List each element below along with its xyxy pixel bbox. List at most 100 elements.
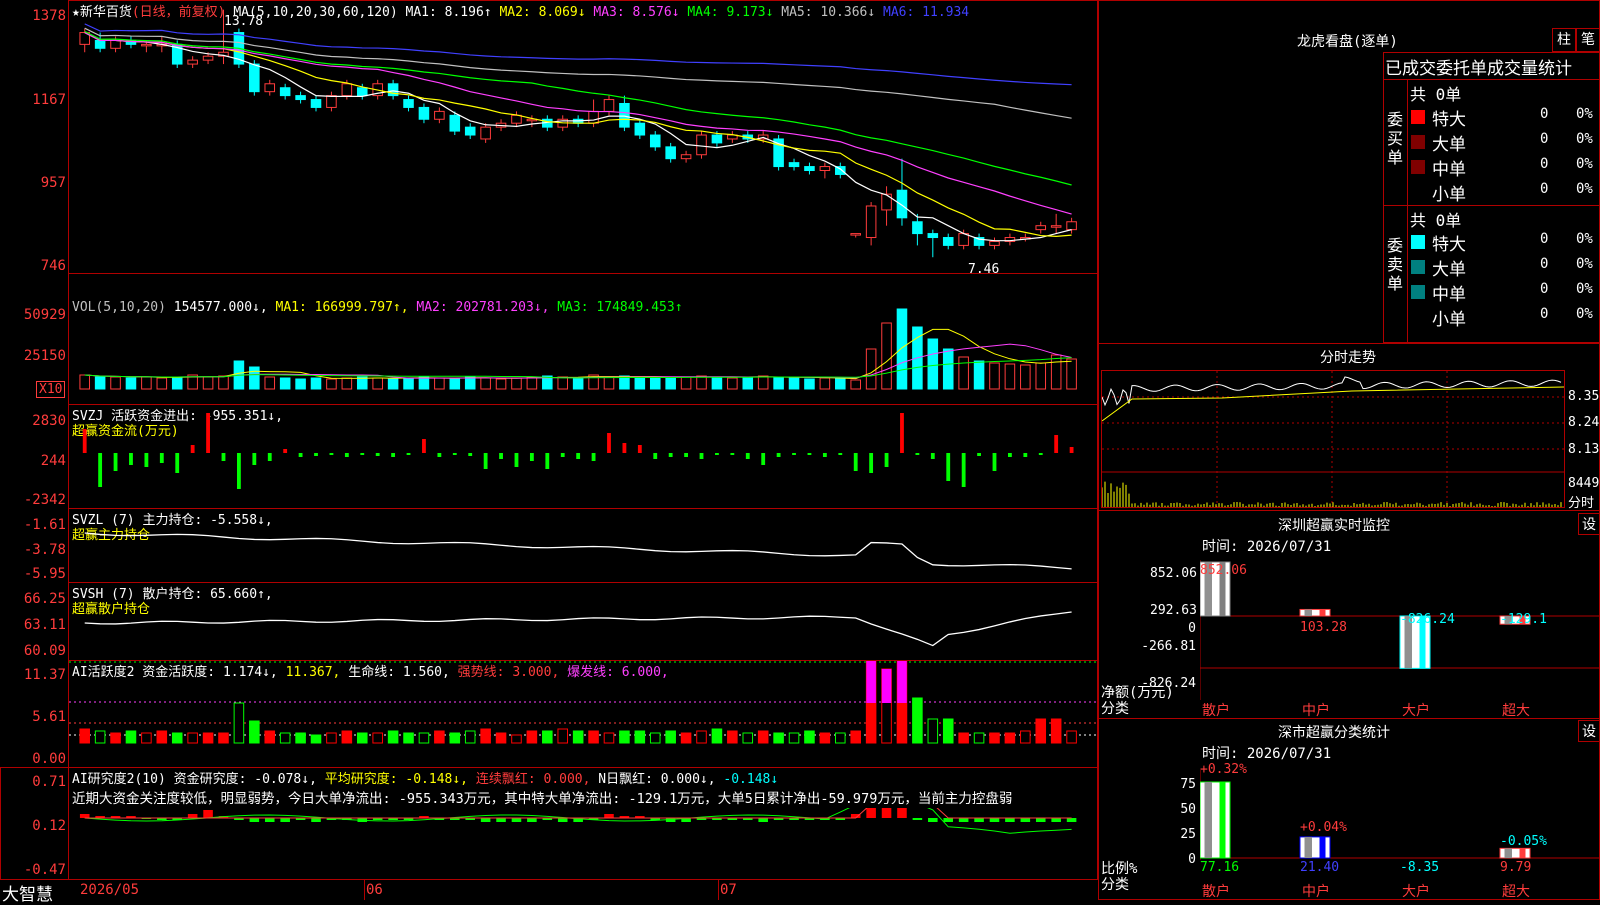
svzj-bar xyxy=(561,453,565,457)
high-mark: 13.78 xyxy=(224,14,263,29)
ma-line-2 xyxy=(85,33,1072,237)
svzj-ytick: 244 xyxy=(2,453,66,469)
volume-bar xyxy=(435,378,445,389)
ai2-bar xyxy=(280,818,290,822)
ai2-red: 连续飘红: 0.000, xyxy=(476,772,591,787)
ai2-avg: 平均研究度: -0.148↓, xyxy=(325,772,468,787)
volume-bar xyxy=(789,378,799,389)
ai1-bar xyxy=(357,733,367,743)
vol-ma-line-1 xyxy=(85,329,1072,378)
class-bar-shade xyxy=(1505,848,1513,858)
class-ytick: 25 xyxy=(1150,827,1196,842)
class-category: 散户 xyxy=(1202,881,1230,901)
ai1-bar xyxy=(836,733,846,743)
ai1-bar xyxy=(496,733,506,743)
volume-bar xyxy=(697,376,707,389)
buy-row-pct: 0% xyxy=(1576,131,1593,147)
monitor-settings-button[interactable]: 设 xyxy=(1578,513,1600,535)
monitor-ytick: 852.06 xyxy=(1150,566,1196,581)
class-divider xyxy=(1098,718,1600,719)
sell-swatch-0 xyxy=(1411,235,1425,249)
tick-view-button[interactable]: 笔 xyxy=(1576,28,1600,52)
svsh-line xyxy=(85,612,1072,646)
svzj-bar xyxy=(175,453,179,473)
ai2-chart[interactable] xyxy=(69,808,1097,880)
volume-bar xyxy=(1005,364,1015,389)
buy-row-count: 0 xyxy=(1540,156,1548,172)
candlestick-chart[interactable] xyxy=(69,1,1097,273)
svzl-ytick: -3.78 xyxy=(2,542,66,558)
ai2-bar xyxy=(897,808,907,818)
volume-bar xyxy=(897,309,907,389)
intraday-chart[interactable] xyxy=(1102,371,1564,507)
svzj-bar xyxy=(838,453,842,455)
buy-row-label: 小单 xyxy=(1432,180,1466,205)
ai1-ytick: 11.37 xyxy=(2,667,66,683)
sell-swatch-1 xyxy=(1411,260,1425,274)
class-bar-shade xyxy=(1205,782,1213,858)
monitor-category: 大户 xyxy=(1402,700,1430,720)
monitor-bar-chart[interactable] xyxy=(1200,560,1600,700)
ai1-bar xyxy=(543,731,553,743)
buy-row-count: 0 xyxy=(1540,131,1548,147)
candle-body xyxy=(650,135,660,147)
vol-ytick: 25150 xyxy=(2,348,66,364)
monitor-category: 超大 xyxy=(1502,700,1530,720)
volume-chart[interactable] xyxy=(69,274,1097,404)
bar-view-button[interactable]: 柱 xyxy=(1552,28,1576,52)
class-category: 超大 xyxy=(1502,881,1530,901)
fenshi-avg-line xyxy=(1102,387,1564,421)
monitor-ytick: 292.63 xyxy=(1150,603,1196,618)
svzj-bar xyxy=(545,453,549,469)
svzj-bar xyxy=(468,453,472,456)
svzj-bar xyxy=(191,445,195,453)
svzj-bar xyxy=(98,453,102,487)
sell-swatch-3 xyxy=(1411,310,1425,324)
svsh-chart[interactable] xyxy=(69,583,1097,660)
ai2-ytick: -0.47 xyxy=(2,862,66,878)
ma-line-5 xyxy=(85,28,1072,118)
vol-unit[interactable]: X10 xyxy=(36,381,65,398)
sell-row-pct: 0% xyxy=(1576,256,1593,272)
ai2-bar xyxy=(943,818,953,822)
class-settings-button[interactable]: 设 xyxy=(1578,720,1600,742)
class-ytick: 50 xyxy=(1150,802,1196,817)
ai1-bar xyxy=(666,731,676,743)
ai1-bar xyxy=(635,731,645,743)
svzj-bar xyxy=(252,453,256,465)
ai1-bar xyxy=(280,733,290,743)
ai1-chart[interactable] xyxy=(69,661,1097,767)
volume-bar xyxy=(126,378,136,389)
volume-bar xyxy=(1036,363,1046,389)
class-time: 时间: 2026/07/31 xyxy=(1202,743,1331,763)
buy-swatch-3 xyxy=(1411,185,1425,199)
volume-bar xyxy=(728,378,738,389)
ai1-bar xyxy=(712,729,722,743)
date-divider xyxy=(364,880,365,900)
ai1-bar xyxy=(512,735,522,743)
sell-row-count: 0 xyxy=(1540,306,1548,322)
class-category: 中户 xyxy=(1302,881,1330,901)
ai1-ytick: 0.00 xyxy=(2,751,66,767)
svzj-bar xyxy=(746,453,750,459)
svzj-bar xyxy=(823,453,827,457)
ai1-bar xyxy=(450,733,460,743)
ai1-bar xyxy=(928,719,938,743)
svzj-bar xyxy=(160,453,164,463)
svzj-bar xyxy=(653,453,657,459)
svzj-bar xyxy=(83,429,87,453)
ai1-bar xyxy=(435,731,445,743)
svzl-chart[interactable] xyxy=(69,509,1097,582)
svsh-ytick: 60.09 xyxy=(2,643,66,659)
candle-body xyxy=(789,163,799,167)
candle-body xyxy=(280,88,290,96)
date-tick: 2026/05 xyxy=(80,882,139,898)
brand-label: 大智慧 xyxy=(2,880,53,905)
buy-swatch-1 xyxy=(1411,135,1425,149)
ai2-bar xyxy=(265,818,275,822)
volume-bar xyxy=(496,379,506,389)
volume-bar xyxy=(959,357,969,389)
svzj-chart[interactable] xyxy=(69,405,1097,508)
volume-bar xyxy=(774,377,784,389)
svzj-bar xyxy=(946,453,950,481)
